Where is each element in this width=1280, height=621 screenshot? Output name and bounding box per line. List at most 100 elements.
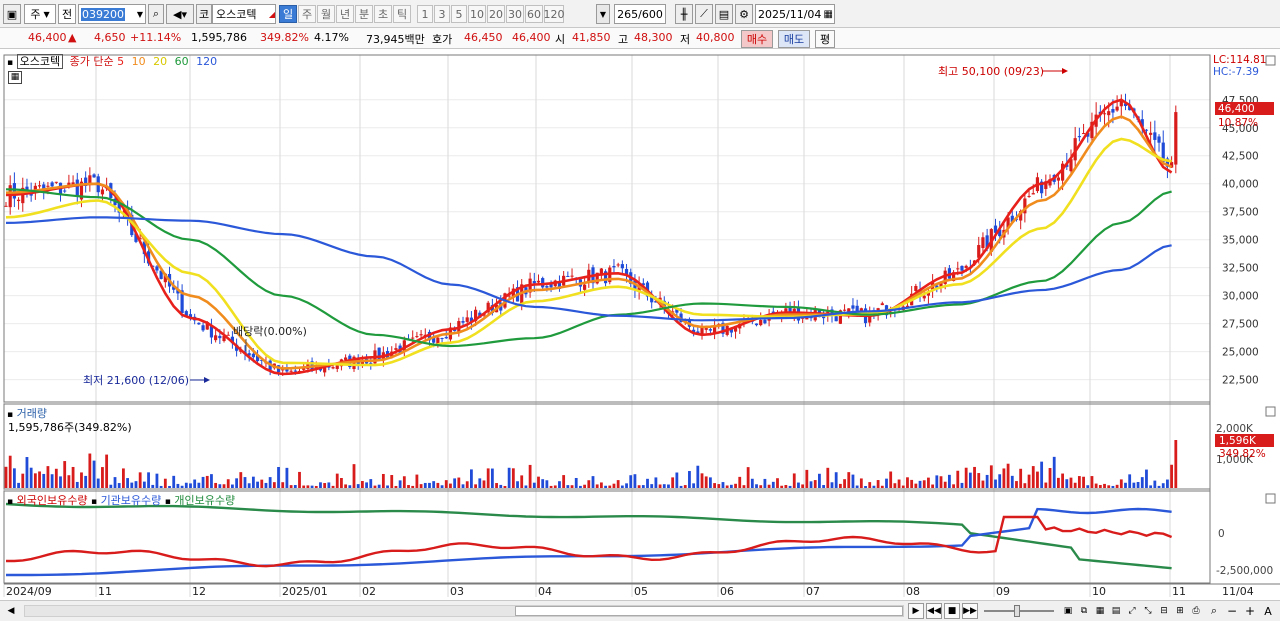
volume-bar <box>184 482 188 488</box>
sound-icon[interactable]: ◀▾ <box>166 4 194 24</box>
layout-icon[interactable]: ▣ <box>1060 603 1076 619</box>
volume-bar <box>1036 471 1039 488</box>
zoom-out-icon[interactable]: − <box>1224 603 1240 619</box>
period-3[interactable]: 3 <box>434 5 450 23</box>
scroll-thumb[interactable] <box>515 606 903 616</box>
sell-button[interactable]: 매도 <box>778 30 810 48</box>
print-icon[interactable]: ⎙ <box>1188 603 1204 619</box>
tab-minute[interactable]: 분 <box>355 5 373 23</box>
eval-button[interactable]: 평 <box>815 30 835 48</box>
volume-bar <box>989 465 993 488</box>
period-1[interactable]: 1 <box>417 5 433 23</box>
hc-label: HC:-7.39 <box>1213 66 1259 78</box>
text-size-icon[interactable]: A <box>1260 603 1276 619</box>
code-input[interactable]: 039200 ▼ <box>78 4 146 24</box>
period-5[interactable]: 5 <box>451 5 467 23</box>
volume-bar <box>381 473 385 488</box>
market-type-select[interactable]: 주 ▼ <box>24 4 56 24</box>
candle-body <box>201 325 205 331</box>
scroll-track[interactable] <box>24 605 904 617</box>
volume-bar <box>96 478 100 488</box>
chevron-down-icon: ▼ <box>599 9 607 19</box>
volume-panel-close-icon[interactable] <box>1265 406 1276 417</box>
collapse-icon[interactable]: ⤡ <box>1140 603 1156 619</box>
candle-body <box>1107 111 1111 116</box>
zoom-search-icon[interactable]: ⌕ <box>1206 603 1222 619</box>
tab-second[interactable]: 초 <box>374 5 392 23</box>
volume-bar <box>709 477 712 488</box>
legend-stock-name[interactable]: 오스코텍 <box>16 54 64 69</box>
volume-bar <box>759 485 763 488</box>
scroll-right-icon[interactable]: ▶ <box>908 603 924 619</box>
volume-bar <box>545 480 549 488</box>
tab-day[interactable]: 일 <box>279 5 297 23</box>
period-20[interactable]: 20 <box>487 5 505 23</box>
volume-bar <box>285 467 289 488</box>
split-icon[interactable]: ⊟ <box>1156 603 1172 619</box>
date-input[interactable]: 2025/11/04 ▦ <box>755 4 835 24</box>
volume-bar <box>71 466 75 488</box>
volume-bar <box>302 485 306 488</box>
stop-icon[interactable]: ■ <box>944 603 960 619</box>
volume-bar <box>780 485 784 488</box>
volume-value-line: 1,595,786주(349.82%) <box>8 421 132 434</box>
volume-bar <box>449 483 452 488</box>
volume-bar <box>214 482 218 488</box>
save-icon[interactable]: ▤ <box>715 4 733 24</box>
volume-bar <box>516 481 519 488</box>
tab-week[interactable]: 주 <box>298 5 316 23</box>
period-60[interactable]: 60 <box>525 5 543 23</box>
scroll-left-icon[interactable]: ◀ <box>3 603 19 619</box>
volume-bar <box>138 472 142 488</box>
draw-tool-icon[interactable]: ⟋ <box>695 4 713 24</box>
legend-ma-60: 60 <box>174 55 189 68</box>
x-axis-label: 11 <box>98 585 112 598</box>
period-30[interactable]: 30 <box>506 5 524 23</box>
export-icon[interactable]: ▤ <box>1108 603 1124 619</box>
candle-type-icon[interactable]: ╫ <box>675 4 693 24</box>
volume-bar <box>704 476 708 488</box>
grid-icon[interactable]: ▦ <box>1092 603 1108 619</box>
volume-bar <box>474 484 477 488</box>
search-icon[interactable]: ⌕ <box>148 4 164 24</box>
volume-bar <box>608 485 612 488</box>
volume-bar <box>88 453 92 488</box>
candle-body <box>708 329 712 331</box>
volume-bar <box>423 482 427 488</box>
prev-button[interactable]: 전 <box>58 4 76 24</box>
tab-tick[interactable]: 틱 <box>393 5 411 23</box>
volume-bar <box>574 477 578 488</box>
zoom-in-icon[interactable]: + <box>1242 603 1258 619</box>
fit-icon[interactable]: ⊞ <box>1172 603 1188 619</box>
count-input[interactable]: 265/600 <box>614 4 666 24</box>
candle-body <box>54 181 58 183</box>
rewind-icon[interactable]: ◀◀ <box>926 603 942 619</box>
tab-year[interactable]: 년 <box>336 5 354 23</box>
period-dropdown[interactable]: ▼ <box>596 4 610 24</box>
volume-bar <box>947 474 951 488</box>
candle-body <box>1027 195 1031 197</box>
volume-bar <box>511 468 515 488</box>
price-panel-close-icon[interactable] <box>1265 55 1276 66</box>
chart-menu-icon[interactable]: ▣ <box>3 4 21 24</box>
volume-bar <box>1010 475 1014 488</box>
holding-panel-close-icon[interactable] <box>1265 493 1276 504</box>
fast-forward-icon[interactable]: ▶▶ <box>962 603 978 619</box>
buy-button[interactable]: 매수 <box>741 30 773 48</box>
candle-body <box>851 305 855 309</box>
tab-month[interactable]: 월 <box>317 5 335 23</box>
volume-bar <box>507 467 511 488</box>
volume-bar <box>755 484 758 488</box>
volume-bar <box>8 455 12 488</box>
period-10[interactable]: 10 <box>468 5 486 23</box>
gear-icon[interactable]: ⚙ <box>735 4 753 24</box>
expand-icon[interactable]: ⤢ <box>1124 603 1140 619</box>
compare-icon[interactable]: ⧉ <box>1076 603 1092 619</box>
stock-chart[interactable]: 최고 50,100 (09/23) 최저 21,600 (12/06) 배당락(… <box>0 49 1280 600</box>
calculator-icon[interactable]: ▦ <box>8 71 22 84</box>
volume-bar <box>880 485 884 488</box>
volume-bar <box>671 477 675 488</box>
volume-bar <box>784 484 788 488</box>
zoom-slider-handle[interactable] <box>1014 605 1020 617</box>
period-120[interactable]: 120 <box>544 5 565 23</box>
